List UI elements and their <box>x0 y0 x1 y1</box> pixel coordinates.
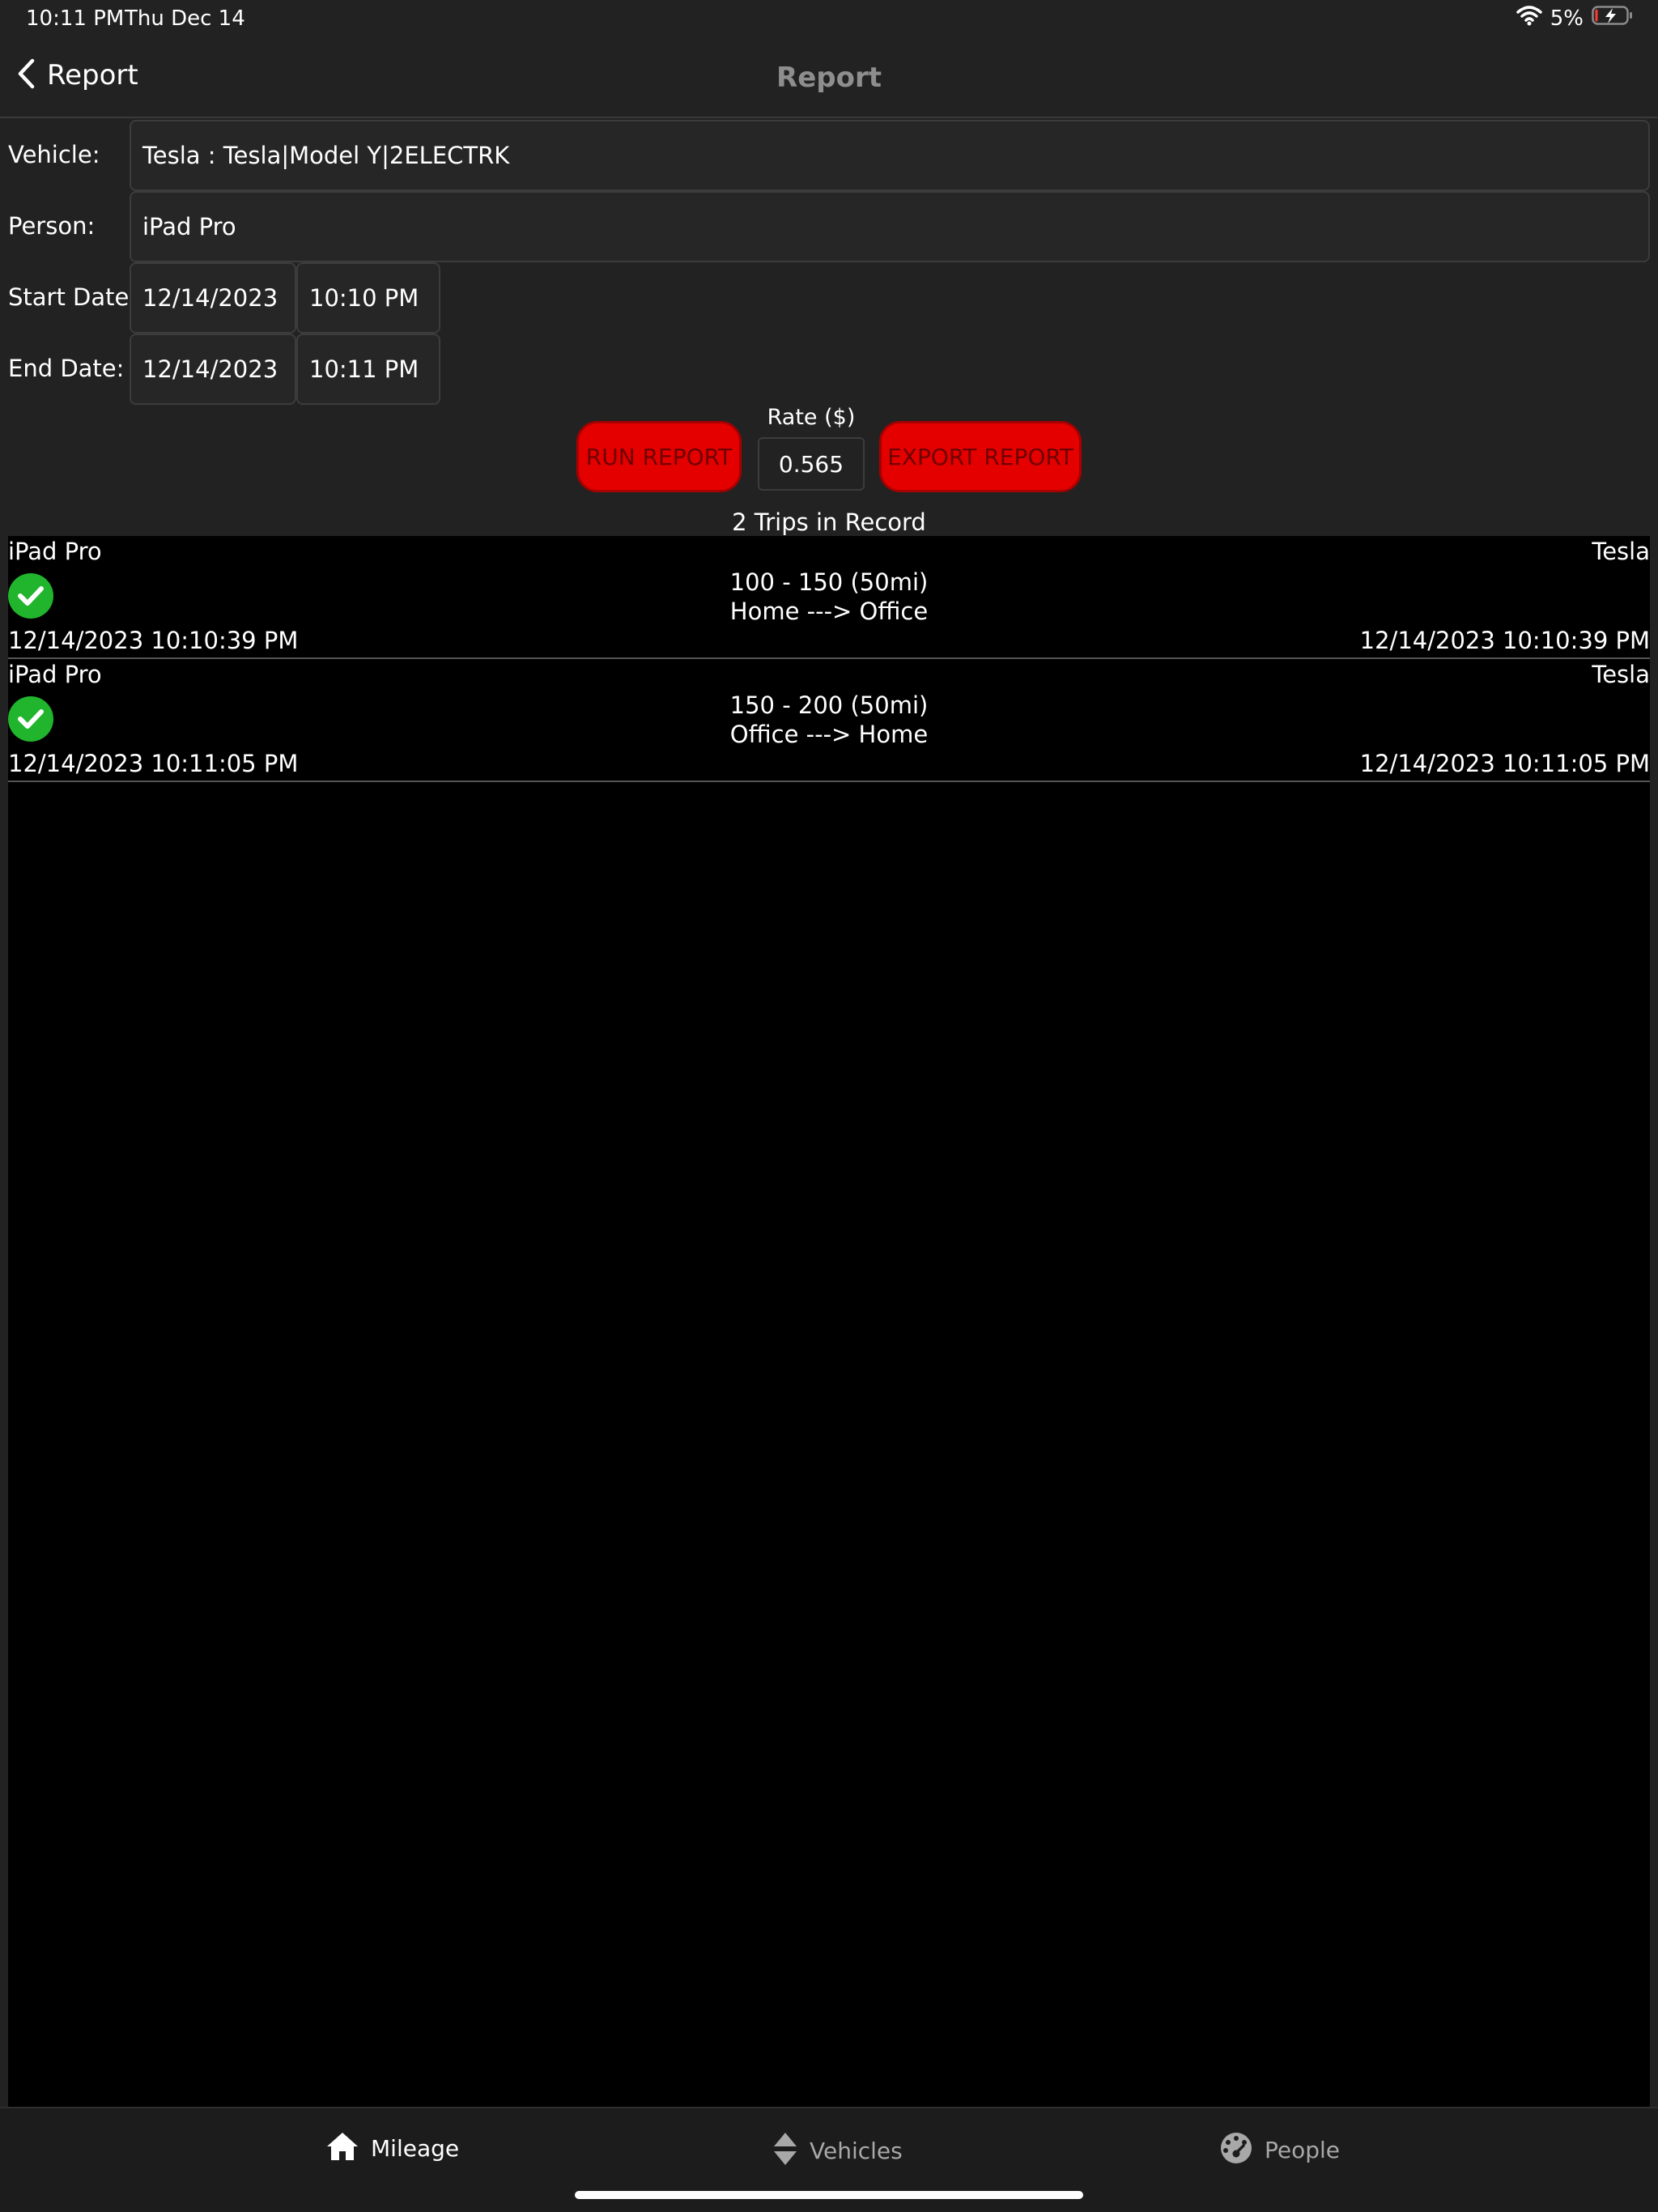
navigation-bar: Report Report <box>0 39 1658 118</box>
home-indicator[interactable] <box>575 2191 1083 2199</box>
trip-route: Home ---> Office <box>729 598 929 625</box>
battery-percent: 5% <box>1550 6 1584 31</box>
tab-mileage[interactable]: Mileage <box>325 2131 459 2165</box>
tab-vehicles[interactable]: Vehicles <box>772 2131 903 2170</box>
trip-list[interactable]: iPad Pro Tesla 100 - 150 (50mi) Home ---… <box>8 536 1650 2107</box>
end-date-picker[interactable]: 12/14/2023 <box>130 334 296 405</box>
trip-odometer: 100 - 150 (50mi) <box>729 568 929 596</box>
home-icon <box>325 2131 359 2165</box>
vehicle-label: Vehicle: <box>8 141 100 168</box>
page-title: Report <box>776 62 882 94</box>
run-report-button[interactable]: RUN REPORT <box>576 421 742 492</box>
trip-person: iPad Pro <box>8 661 102 688</box>
rate-input[interactable]: 0.565 <box>758 437 865 491</box>
tab-people[interactable]: People <box>1219 2131 1340 2168</box>
end-time-value: 10:11 PM <box>309 355 419 383</box>
wifi-icon <box>1516 5 1542 32</box>
battery-charging-icon <box>1592 5 1634 32</box>
status-indicators: 5% <box>1516 5 1634 32</box>
dashboard-gauge-icon <box>1219 2131 1253 2168</box>
trip-count: 2 Trips in Record <box>732 508 926 536</box>
person-picker[interactable]: iPad Pro <box>130 191 1650 262</box>
trip-vehicle: Tesla <box>1592 538 1650 565</box>
trip-route: Office ---> Home <box>729 721 929 748</box>
end-time-picker[interactable]: 10:11 PM <box>296 334 440 405</box>
person-value: iPad Pro <box>142 213 236 240</box>
tab-people-label: People <box>1265 2136 1341 2163</box>
status-bar: 10:11 PM Thu Dec 14 5% <box>0 0 1658 39</box>
end-date-label: End Date: <box>8 355 125 382</box>
start-date-value: 12/14/2023 <box>142 284 278 312</box>
tab-mileage-label: Mileage <box>371 2134 460 2162</box>
trip-start-time: 12/14/2023 10:11:05 PM <box>8 750 299 777</box>
tab-vehicles-label: Vehicles <box>810 2137 903 2164</box>
sort-arrows-icon <box>772 2131 798 2170</box>
trip-vehicle: Tesla <box>1592 661 1650 688</box>
status-time: 10:11 PM <box>26 6 125 31</box>
export-report-button[interactable]: EXPORT REPORT <box>879 421 1082 492</box>
rate-label: Rate ($) <box>767 405 856 430</box>
trip-end-time: 12/14/2023 10:10:39 PM <box>1359 627 1650 654</box>
trip-person: iPad Pro <box>8 538 102 565</box>
trip-row[interactable]: iPad Pro Tesla 100 - 150 (50mi) Home ---… <box>8 536 1650 659</box>
vehicle-picker[interactable]: Tesla : Tesla|Model Y|2ELECTRK <box>130 120 1650 191</box>
trip-row[interactable]: iPad Pro Tesla 150 - 200 (50mi) Office -… <box>8 659 1650 782</box>
trip-odometer: 150 - 200 (50mi) <box>729 691 929 719</box>
trip-start-time: 12/14/2023 10:10:39 PM <box>8 627 299 654</box>
start-date-picker[interactable]: 12/14/2023 <box>130 262 296 334</box>
start-time-value: 10:10 PM <box>309 284 419 312</box>
trip-end-time: 12/14/2023 10:11:05 PM <box>1359 750 1650 777</box>
status-date: Thu Dec 14 <box>125 6 245 31</box>
start-time-picker[interactable]: 10:10 PM <box>296 262 440 334</box>
end-date-value: 12/14/2023 <box>142 355 278 383</box>
start-date-label: Start Date: <box>8 283 138 311</box>
vehicle-value: Tesla : Tesla|Model Y|2ELECTRK <box>142 142 510 169</box>
person-label: Person: <box>8 212 96 240</box>
